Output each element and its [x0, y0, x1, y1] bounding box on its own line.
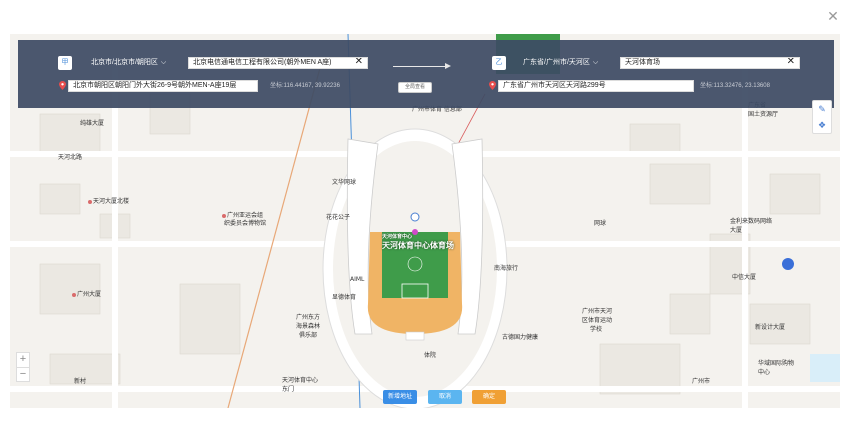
destination-coord: 坐标:113.32476, 23.13608: [700, 83, 770, 89]
origin-coord: 坐标:116.44167, 39.92236: [270, 83, 340, 89]
poi-label: 广州大厦: [72, 289, 101, 298]
ruler-icon[interactable]: ✎: [813, 101, 831, 117]
poi-label: 古德国力健康: [502, 334, 539, 341]
poi-label: 中信大厦: [732, 274, 757, 281]
poi-label: 织委员会博物馆: [224, 220, 267, 227]
poi-label: 广州市天河 区体育运动 学校: [582, 308, 613, 333]
clear-icon[interactable]: ✕: [355, 58, 363, 67]
chevron-down-icon: ⌵: [160, 59, 167, 66]
overview-button[interactable]: 全局查看: [398, 82, 432, 93]
poi-label: 华域国际购物 中心: [758, 360, 795, 376]
route-arrow-icon: [393, 63, 451, 69]
map-tools: ✎ ❖: [812, 100, 832, 134]
poi-label: 广州市: [692, 378, 711, 385]
zoom-out-button[interactable]: −: [17, 367, 29, 381]
poi-label: 文华网球: [332, 179, 357, 186]
origin-address-field[interactable]: 北京市朝阳区朝阳门外大街26-9号朝外MEN-A座19层: [68, 80, 258, 92]
zoom-control: + −: [16, 352, 30, 382]
destination-name-field[interactable]: 天河体育场 ✕: [620, 57, 800, 69]
origin-region-select[interactable]: 北京市/北京市/朝阳区 ⌵: [91, 57, 166, 69]
clear-icon[interactable]: ✕: [787, 58, 795, 67]
route-dialog: ✕ 纯雄大厦 天河北路 天河大厦北楼 广州亚运会组 织委员会博物馆 文华网球 花…: [0, 0, 850, 421]
poi-label: 新村: [74, 378, 87, 385]
destination-region-select[interactable]: 广东省/广州市/天河区 ⌵: [523, 57, 598, 69]
poi-label: 纯雄大厦: [80, 120, 105, 127]
location-pin-icon: [489, 81, 496, 90]
poi-label: 天河北路: [58, 154, 83, 161]
origin-name-field[interactable]: 北京电信通电信工程有限公司(朝外MEN A座) ✕: [188, 57, 368, 69]
layers-icon[interactable]: ❖: [813, 117, 831, 133]
close-icon[interactable]: ✕: [826, 9, 840, 23]
zoom-in-button[interactable]: +: [17, 353, 29, 367]
stadium-label: 天河体育中心体育场: [382, 241, 454, 250]
poi-label: 天河大厦北楼: [88, 196, 129, 205]
poi-label: 广州东方 海景森林 俱乐部: [295, 314, 320, 339]
poi-label: 金利来数码网络 大厦: [730, 218, 773, 234]
poi-label: 网球: [594, 220, 607, 227]
new-address-button[interactable]: 新增地址: [383, 390, 417, 404]
location-pin-icon: [59, 81, 66, 90]
poi-label: 新设计大厦: [755, 324, 786, 331]
poi-label: 南海旅行: [494, 265, 519, 272]
confirm-button[interactable]: 确定: [472, 390, 506, 404]
cancel-button[interactable]: 取消: [428, 390, 462, 404]
poi-label: 花花公子: [326, 214, 351, 221]
route-panel: 甲 北京市/北京市/朝阳区 ⌵ 北京电信通电信工程有限公司(朝外MEN A座) ✕ …: [18, 40, 834, 108]
chevron-down-icon: ⌵: [592, 59, 599, 66]
stadium-sub-label: 天河体育中心: [382, 234, 413, 240]
origin-badge: 甲: [58, 56, 72, 70]
poi-label: 天河体育中心 东门: [282, 377, 319, 393]
destination-badge: 乙: [492, 56, 506, 70]
poi-label: AIML: [350, 276, 365, 283]
poi-label: 体院: [424, 352, 437, 359]
poi-label: 显德体育: [332, 294, 357, 301]
destination-address-field[interactable]: 广东省广州市天河区天河路299号: [498, 80, 694, 92]
